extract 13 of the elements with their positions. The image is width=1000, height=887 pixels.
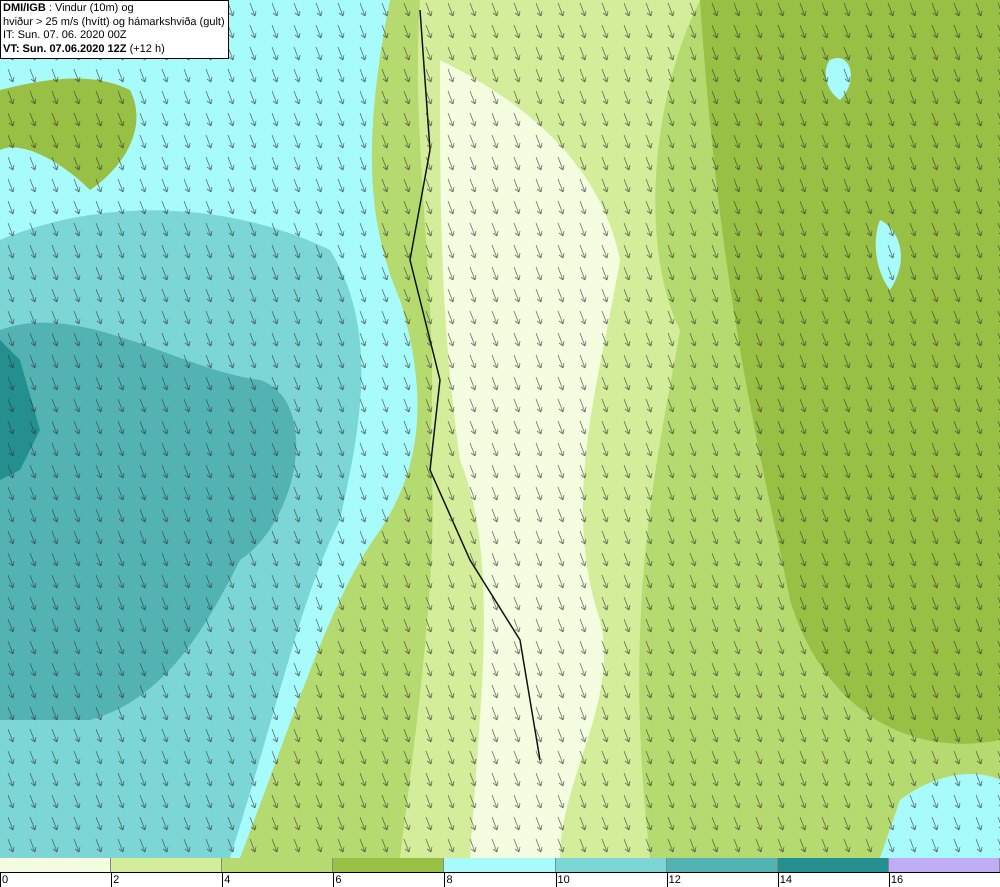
legend-tick-label: 2	[111, 873, 120, 887]
legend-tick-label: 4	[222, 873, 230, 887]
title-text: hviður > 25 m/s (hvítt) og hámarkshviða (gult)	[3, 16, 225, 29]
title-text: VT: Sun. 07.06.2020 12Z (+12 h)	[3, 42, 166, 56]
legend-tick-label: 6	[333, 873, 342, 887]
title-text: IT: Sun. 07. 06. 2020 00Z	[3, 29, 128, 42]
legend-tick-label: 0	[0, 873, 8, 887]
legend-tick-label: 16	[888, 873, 904, 887]
legend-tick-label: 10	[556, 873, 570, 887]
title-text: DMI/IGB : Vindur (10m) og	[3, 2, 135, 16]
legend-tick-label: 14	[778, 873, 792, 887]
legend-tick-label: 8	[444, 873, 453, 887]
legend-tick-label: 12	[666, 873, 681, 887]
